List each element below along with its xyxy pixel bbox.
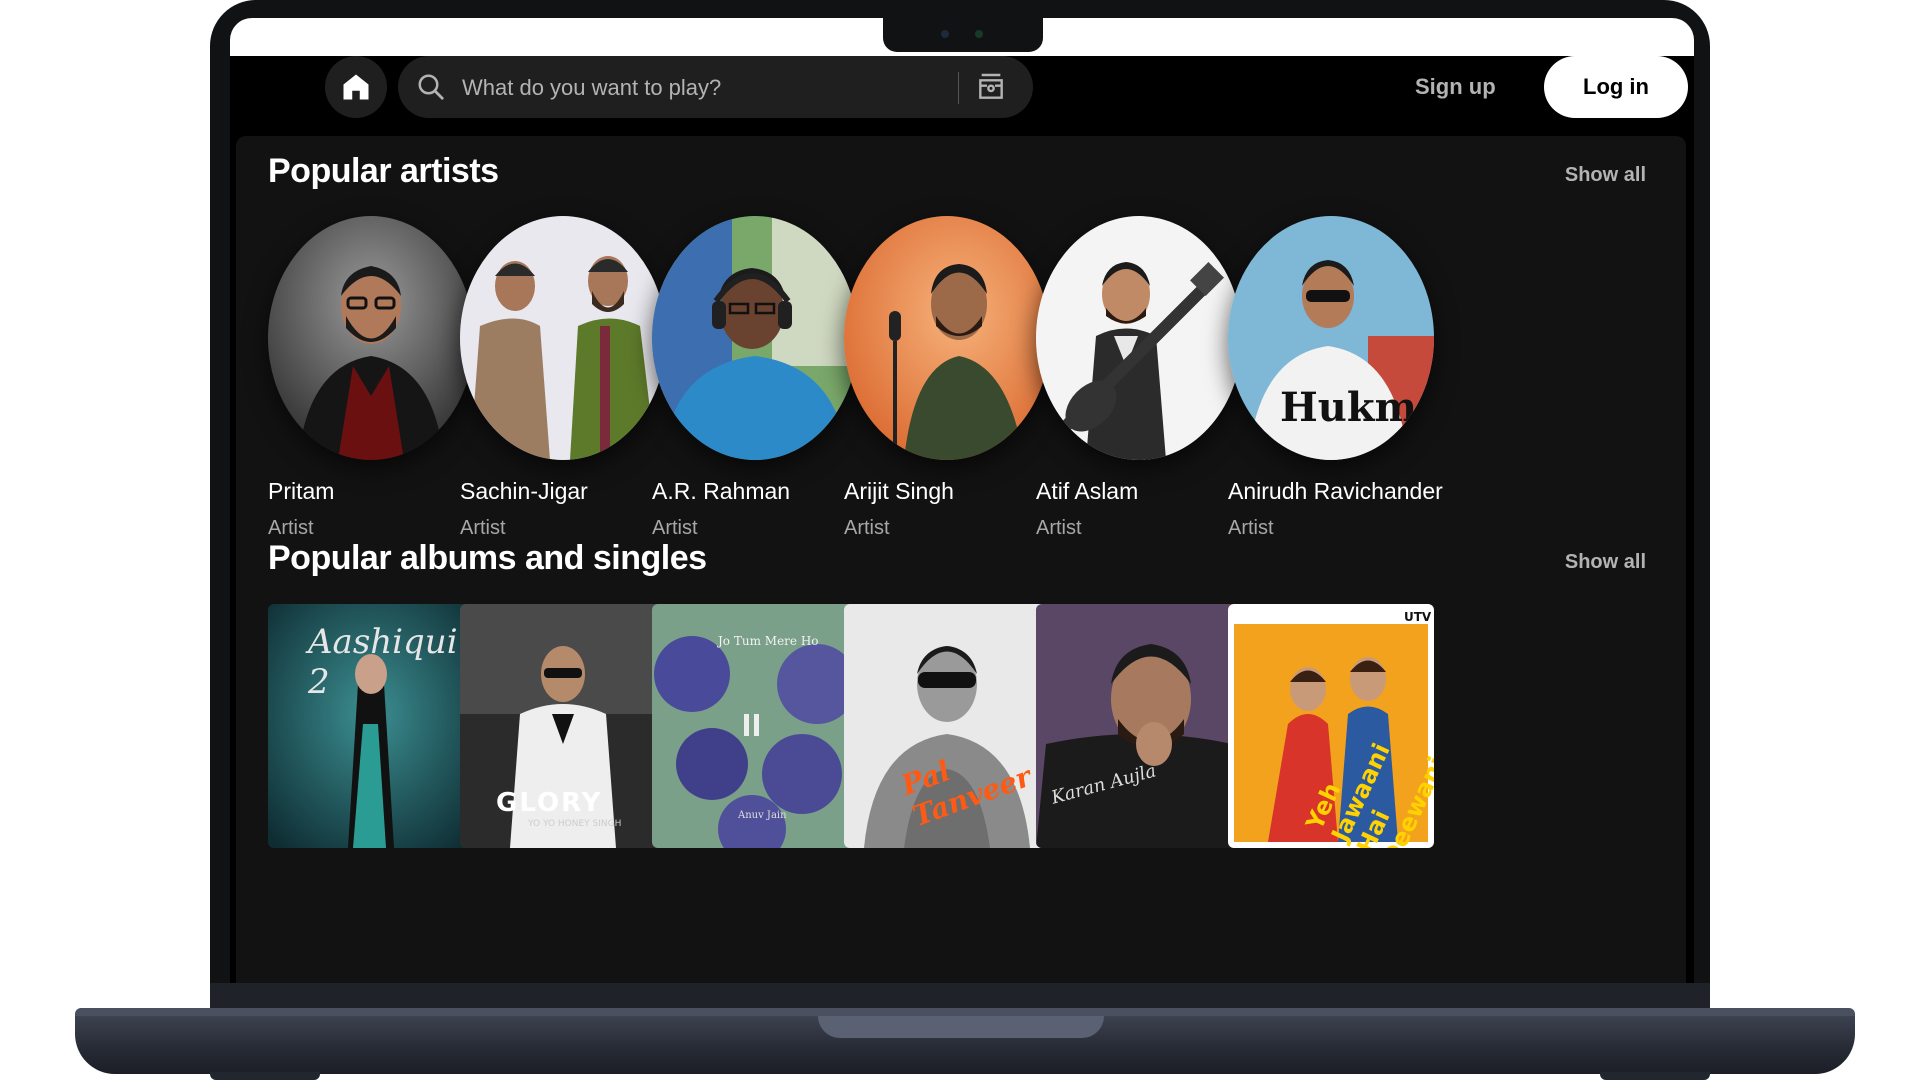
- camera-notch: [883, 18, 1043, 52]
- album-cover[interactable]: Yeh Jawaani Hai Deewani UTV: [1228, 604, 1434, 848]
- artist-type: Artist: [1228, 517, 1274, 539]
- search-bar[interactable]: [398, 56, 1033, 118]
- laptop-screen: Sign up Log in Popular artists Show all: [230, 18, 1694, 983]
- home-button[interactable]: [325, 56, 387, 118]
- signup-button[interactable]: Sign up: [1415, 64, 1496, 110]
- laptop-foot-right: [1600, 1072, 1710, 1080]
- artist-image: [460, 216, 666, 460]
- artist-name: Pritam: [268, 478, 335, 504]
- artist-name: Arijit Singh: [844, 478, 954, 504]
- search-divider: [958, 72, 959, 104]
- album-cover[interactable]: Pal Tanveer: [844, 604, 1050, 848]
- camera-lens: [941, 30, 949, 38]
- artist-type: Artist: [652, 517, 698, 539]
- album-title-art: Aashiqui 2: [308, 622, 458, 702]
- browse-icon[interactable]: [975, 71, 1007, 103]
- artist-name: Sachin-Jigar: [460, 478, 588, 504]
- artist-card[interactable]: Arijit Singh Artist: [844, 216, 1056, 540]
- artist-card[interactable]: Atif Aslam Artist: [1036, 216, 1248, 540]
- laptop-trackpad-notch: [818, 1016, 1104, 1038]
- login-button[interactable]: Log in: [1544, 56, 1688, 118]
- album-title-art: Jo Tum Mere Ho: [718, 634, 819, 648]
- artist-type: Artist: [1036, 517, 1082, 539]
- artist-card[interactable]: Pritam Artist: [268, 216, 480, 540]
- svg-text:Hukm: Hukm: [1280, 384, 1417, 431]
- search-input[interactable]: [460, 70, 934, 106]
- search-icon: [418, 74, 444, 100]
- artist-card[interactable]: Sachin-Jigar Artist: [460, 216, 672, 540]
- main-panel: Popular artists Show all Pritam Artist S…: [236, 136, 1686, 983]
- artist-name: Atif Aslam: [1036, 478, 1139, 504]
- artist-card[interactable]: Hukm Anirudh Ravichander Artist: [1228, 216, 1443, 540]
- artist-name: Anirudh Ravichander: [1228, 478, 1443, 504]
- albums-show-all-link[interactable]: Show all: [1565, 551, 1646, 574]
- album-cover[interactable]: Aashiqui 2: [268, 604, 474, 848]
- artist-image: [268, 216, 474, 460]
- artist-card[interactable]: A.R. Rahman Artist: [652, 216, 864, 540]
- artist-image: [1036, 216, 1242, 460]
- artist-image: Hukm: [1228, 216, 1434, 460]
- artist-type: Artist: [268, 517, 314, 539]
- artist-image: [652, 216, 858, 460]
- artist-type: Artist: [460, 517, 506, 539]
- artists-show-all-link[interactable]: Show all: [1565, 164, 1646, 187]
- albums-section-title: Popular albums and singles: [268, 539, 707, 577]
- artist-name: A.R. Rahman: [652, 478, 791, 504]
- laptop-hinge: [210, 983, 1710, 1008]
- album-artist-art: Anuv Jain: [738, 810, 787, 821]
- album-cover[interactable]: GLORY YO YO HONEY SINGH: [460, 604, 666, 848]
- album-title-art: GLORY: [496, 788, 603, 818]
- camera-indicator: [975, 30, 983, 38]
- album-label-art: UTV: [1404, 610, 1432, 624]
- album-cover[interactable]: Karan Aujla: [1036, 604, 1242, 848]
- laptop-foot-left: [210, 1072, 320, 1080]
- artists-section-title: Popular artists: [268, 152, 499, 190]
- artist-image: [844, 216, 1050, 460]
- album-cover[interactable]: Jo Tum Mere Ho Anuv Jain: [652, 604, 858, 848]
- artist-type: Artist: [844, 517, 890, 539]
- album-artist-art: YO YO HONEY SINGH: [528, 819, 622, 829]
- home-icon: [343, 74, 369, 100]
